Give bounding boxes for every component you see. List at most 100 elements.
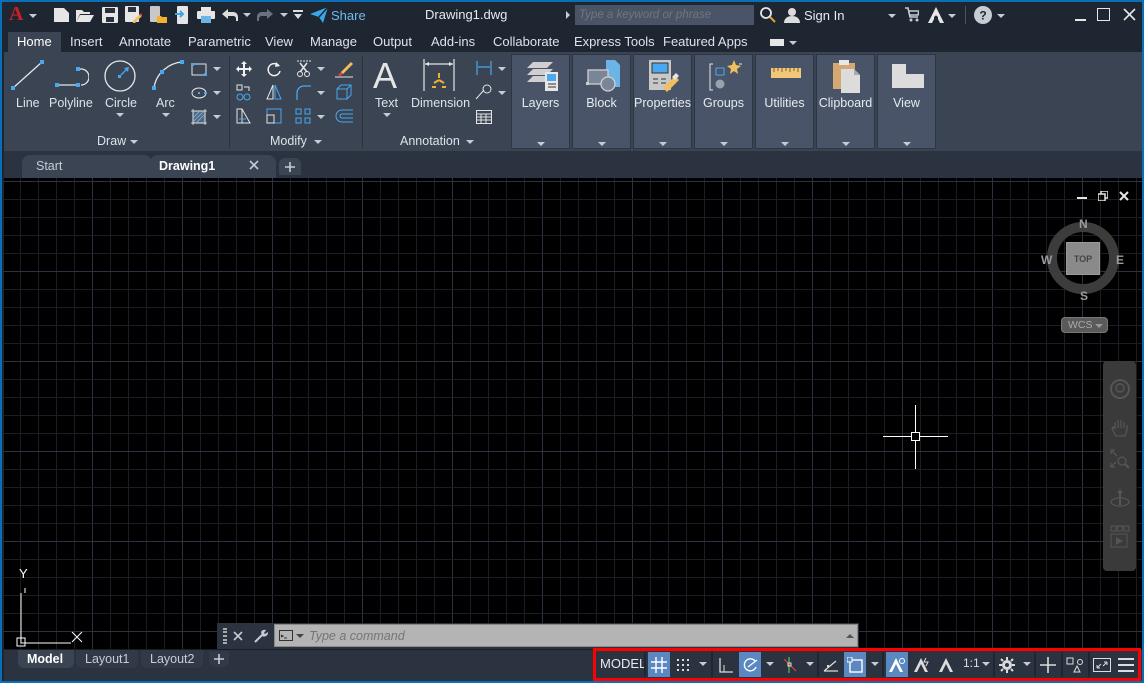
polyline-button[interactable]: Polyline — [49, 96, 93, 110]
pan-icon[interactable] — [1109, 418, 1131, 440]
showmotion-icon[interactable] — [1109, 523, 1131, 553]
ribbon-minimize-button[interactable] — [770, 39, 784, 46]
tab-insert[interactable]: Insert — [61, 32, 112, 52]
viewport-minimize-button[interactable] — [1077, 197, 1087, 199]
rectangle-icon[interactable] — [190, 61, 208, 77]
draw-panel-title[interactable]: Draw — [97, 134, 126, 148]
modify-panel-expand-icon[interactable] — [314, 140, 322, 144]
recent-commands-dropdown-icon[interactable] — [296, 634, 304, 638]
command-history-expand-icon[interactable] — [846, 634, 854, 638]
help-dropdown-icon[interactable] — [997, 14, 1005, 18]
plot-icon[interactable] — [197, 6, 215, 23]
dynamic-input-toggle[interactable] — [820, 652, 842, 677]
autodesk-a360-icon[interactable] — [927, 6, 945, 23]
redo-dropdown-icon[interactable] — [280, 13, 288, 17]
workspace-switch-button[interactable] — [996, 652, 1018, 677]
viewcube-north[interactable]: N — [1079, 217, 1088, 231]
line-icon[interactable] — [10, 58, 46, 92]
close-tab-icon[interactable] — [248, 159, 260, 171]
trim-icon[interactable] — [294, 59, 314, 79]
ellipse-icon[interactable] — [190, 85, 208, 101]
layers-panel-button[interactable]: Layers — [511, 54, 570, 149]
command-input[interactable] — [309, 626, 829, 645]
annotation-scale-dropdown-icon[interactable] — [982, 662, 990, 666]
new-tab-button[interactable] — [279, 158, 301, 175]
redo-icon[interactable] — [257, 8, 273, 22]
stretch-icon[interactable] — [235, 107, 253, 125]
annotation-panel-expand-icon[interactable] — [466, 140, 474, 144]
undo-icon[interactable] — [222, 8, 238, 22]
tab-manage[interactable]: Manage — [301, 32, 366, 52]
annotation-visibility-toggle[interactable] — [886, 652, 908, 677]
circle-button[interactable]: Circle — [105, 96, 137, 110]
line-button[interactable]: Line — [16, 96, 40, 110]
snap-dropdown-icon[interactable] — [699, 662, 707, 666]
tab-collaborate[interactable]: Collaborate — [484, 32, 569, 52]
3d-box-icon[interactable] — [335, 83, 353, 101]
workspace-dropdown-icon[interactable] — [1023, 662, 1031, 666]
arc-dropdown-icon[interactable] — [162, 113, 170, 117]
help-icon[interactable]: ? — [974, 6, 992, 24]
annotation-panel-title[interactable]: Annotation — [400, 134, 460, 148]
minimize-button[interactable] — [1075, 19, 1086, 21]
trim-dropdown-icon[interactable] — [317, 67, 325, 71]
drawing-canvas[interactable]: TOP N S W E WCS Y — [4, 178, 1142, 650]
text-icon[interactable]: A — [373, 55, 397, 97]
search-icon[interactable] — [759, 6, 776, 23]
annotation-monitor-button[interactable] — [1037, 652, 1059, 677]
viewport-restore-button[interactable] — [1097, 190, 1109, 202]
table-icon[interactable] — [475, 108, 493, 125]
search-expand-icon[interactable] — [566, 11, 570, 19]
dimension-icon[interactable] — [421, 58, 457, 94]
model-space-button[interactable]: MODEL — [600, 656, 646, 671]
linear-dimension-icon[interactable] — [475, 60, 493, 76]
linear-dimension-dropdown-icon[interactable] — [498, 67, 506, 71]
move-icon[interactable] — [235, 60, 253, 78]
open-from-web-icon[interactable] — [150, 6, 167, 24]
open-icon[interactable] — [76, 7, 94, 23]
fillet-dropdown-icon[interactable] — [317, 91, 325, 95]
steering-wheel-icon[interactable] — [1109, 378, 1131, 400]
isodraft-dropdown-icon[interactable] — [806, 662, 814, 666]
ribbon-minimize-dropdown-icon[interactable] — [789, 41, 797, 45]
undo-dropdown-icon[interactable] — [243, 13, 251, 17]
save-icon[interactable] — [101, 6, 118, 23]
navbar-close-icon[interactable] — [1132, 364, 1138, 370]
user-icon[interactable] — [783, 6, 800, 23]
recent-commands-icon[interactable] — [278, 629, 294, 642]
viewcube-west[interactable]: W — [1041, 253, 1052, 267]
leader-dropdown-icon[interactable] — [498, 91, 506, 95]
snap-toggle[interactable] — [673, 652, 693, 677]
object-snap-dropdown-icon[interactable] — [871, 662, 879, 666]
tab-parametric[interactable]: Parametric — [179, 32, 260, 52]
grid-toggle[interactable] — [648, 652, 670, 677]
array-icon[interactable] — [294, 107, 312, 125]
leader-icon[interactable] — [475, 83, 493, 100]
tab-featured-apps[interactable]: Featured Apps — [654, 32, 757, 52]
tab-view[interactable]: View — [256, 32, 302, 52]
draw-panel-expand-icon[interactable] — [130, 140, 138, 144]
arc-button[interactable]: Arc — [156, 96, 175, 110]
viewport-close-button[interactable] — [1118, 190, 1130, 202]
groups-panel-button[interactable]: Groups — [694, 54, 753, 149]
cart-icon[interactable] — [904, 6, 920, 23]
close-button[interactable] — [1122, 7, 1137, 22]
save-to-web-icon[interactable] — [174, 6, 190, 24]
share-icon[interactable] — [310, 7, 328, 23]
utilities-panel-button[interactable]: Utilities — [755, 54, 814, 149]
search-input[interactable] — [575, 5, 754, 25]
block-panel-button[interactable]: Block — [572, 54, 631, 149]
new-icon[interactable] — [53, 7, 69, 23]
rotate-icon[interactable] — [265, 60, 283, 78]
text-button[interactable]: Text — [375, 96, 398, 110]
tab-home[interactable]: Home — [8, 32, 61, 52]
share-button[interactable]: Share — [331, 8, 366, 23]
view-panel-button[interactable]: View — [877, 54, 936, 149]
save-as-icon[interactable] — [125, 6, 142, 23]
circle-icon[interactable] — [102, 58, 138, 94]
command-close-icon[interactable] — [231, 629, 245, 643]
new-layout-button[interactable] — [209, 651, 229, 667]
object-snap-toggle[interactable] — [844, 652, 866, 677]
command-line-grip[interactable] — [223, 628, 227, 644]
orbit-icon[interactable] — [1109, 488, 1131, 510]
